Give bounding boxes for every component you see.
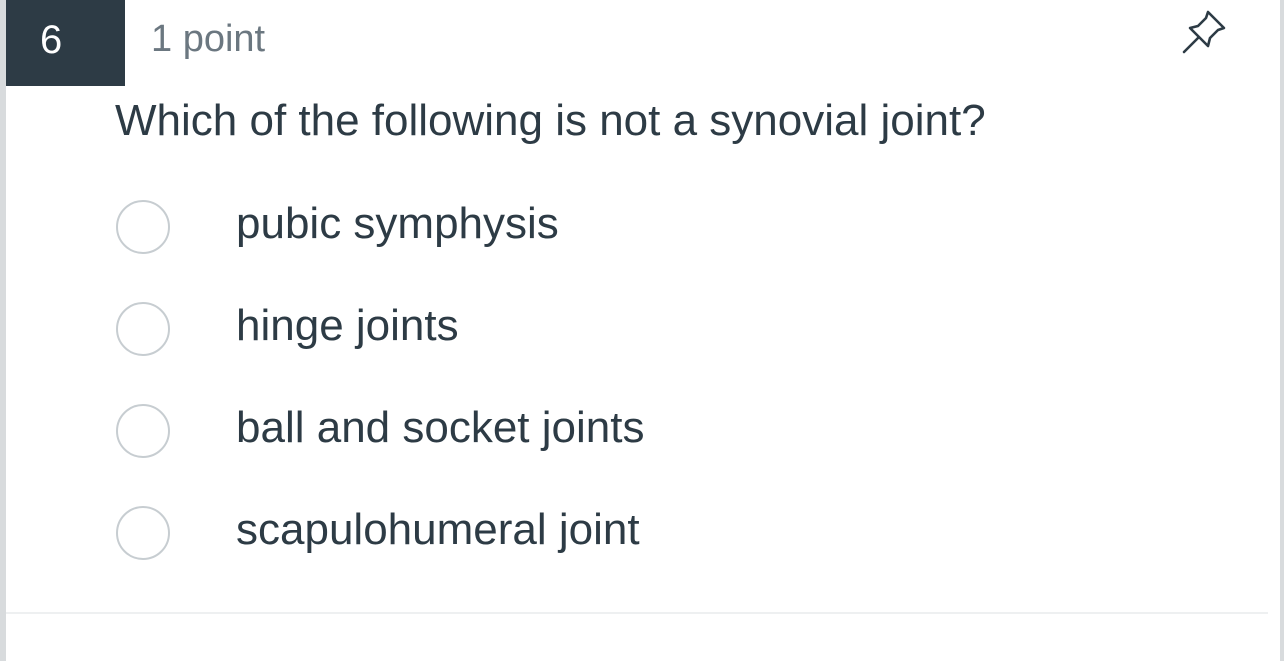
question-points: 1 point (151, 18, 266, 60)
answer-option[interactable]: scapulohumeral joint (116, 482, 644, 584)
question-number-badge: 6 (6, 0, 125, 86)
answer-label[interactable]: scapulohumeral joint (236, 503, 640, 557)
answer-option[interactable]: pubic symphysis (116, 176, 644, 278)
pin-icon[interactable] (1178, 6, 1230, 58)
answer-label[interactable]: ball and socket joints (236, 401, 644, 455)
radio-button[interactable] (116, 506, 170, 560)
question-card: 6 1 point Which of the following is not … (6, 0, 1280, 661)
answer-option[interactable]: ball and socket joints (116, 380, 644, 482)
answer-option[interactable]: hinge joints (116, 278, 644, 380)
radio-button[interactable] (116, 200, 170, 254)
question-number: 6 (40, 18, 63, 62)
divider (6, 612, 1268, 614)
answer-list: pubic symphysis hinge joints ball and so… (116, 176, 644, 584)
question-text: Which of the following is not a synovial… (115, 96, 986, 145)
answer-label[interactable]: hinge joints (236, 299, 459, 353)
radio-button[interactable] (116, 404, 170, 458)
right-border (1280, 0, 1284, 661)
radio-button[interactable] (116, 302, 170, 356)
answer-label[interactable]: pubic symphysis (236, 197, 559, 251)
